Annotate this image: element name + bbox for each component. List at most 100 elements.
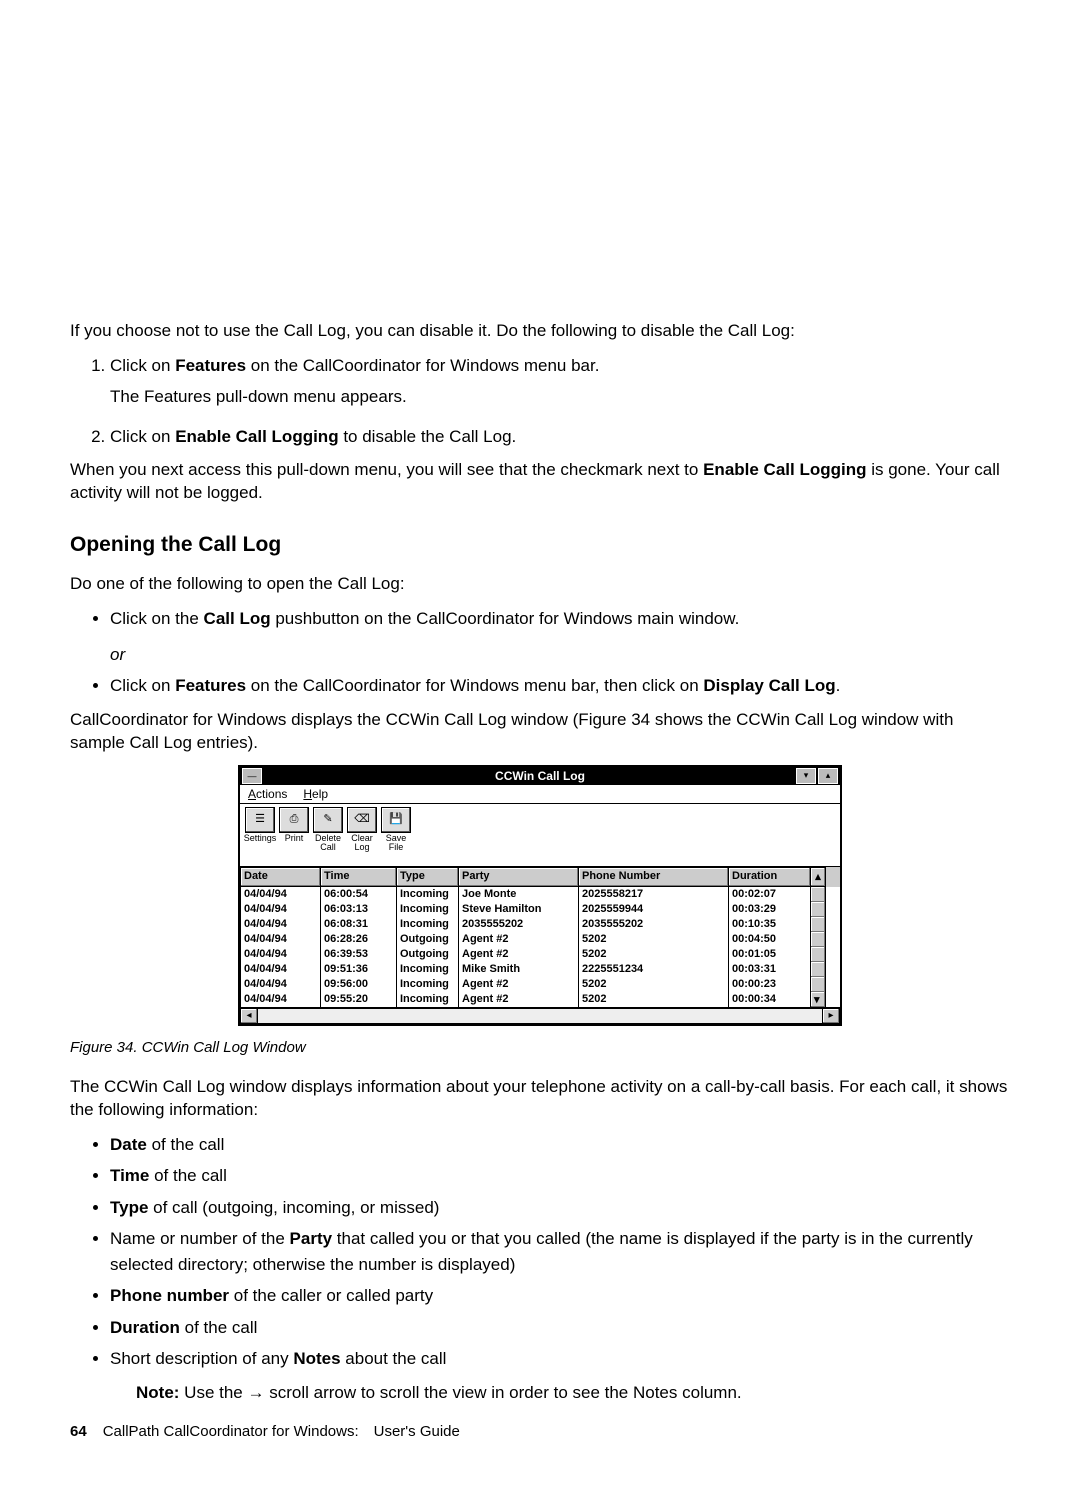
info-list: Date of the call Time of the call Type o… — [70, 1132, 1010, 1406]
toolbar-settings-label: Settings — [243, 834, 277, 843]
table-row[interactable]: 04/04/9409:56:00IncomingAgent #2520200:0… — [240, 977, 840, 992]
col-phone[interactable]: Phone Number — [578, 867, 728, 887]
open-opt-2-pre: Click on — [110, 676, 175, 695]
toolbar-settings[interactable]: ☰Settings — [243, 807, 277, 852]
col-party[interactable]: Party — [458, 867, 578, 887]
cell: 00:10:35 — [728, 917, 810, 932]
cell: Incoming — [396, 902, 458, 917]
table-row[interactable]: 04/04/9409:55:20IncomingAgent #2520200:0… — [240, 992, 840, 1007]
scroll-up-button[interactable]: ▴ — [810, 867, 826, 887]
toolbar-delete-call[interactable]: ✎Delete Call — [311, 807, 345, 852]
maximize-button[interactable]: ▴ — [818, 768, 838, 784]
step-1-bold: Features — [175, 356, 246, 375]
displays-paragraph: CallCoordinator for Windows displays the… — [70, 709, 1010, 755]
toolbar-clear-label: Clear Log — [345, 834, 379, 852]
cell: Steve Hamilton — [458, 902, 578, 917]
cell: Incoming — [396, 977, 458, 992]
cell: 5202 — [578, 992, 728, 1007]
table-row[interactable]: 04/04/9406:08:31Incoming2035555202203555… — [240, 917, 840, 932]
system-menu-icon[interactable]: — — [242, 768, 262, 784]
toolbar-print-label: Print — [277, 834, 311, 843]
table-body: 04/04/9406:00:54IncomingJoe Monte2025558… — [240, 887, 840, 1007]
col-time[interactable]: Time — [320, 867, 396, 887]
toolbar-save-file[interactable]: 💾Save File — [379, 807, 413, 852]
table-row[interactable]: 04/04/9406:28:26OutgoingAgent #2520200:0… — [240, 932, 840, 947]
col-type[interactable]: Type — [396, 867, 458, 887]
intro-text: If you choose not to use the Call Log, y… — [70, 320, 1010, 343]
info-notes: Short description of any Notes about the… — [110, 1346, 1010, 1405]
ccwin-call-log-window: — CCWin Call Log ▾ ▴ Actions Help ☰Setti… — [238, 765, 842, 1026]
cell: 5202 — [578, 977, 728, 992]
toolbar-print[interactable]: ⎙Print — [277, 807, 311, 852]
menu-actions[interactable]: Actions — [248, 787, 287, 801]
col-date[interactable]: Date — [240, 867, 320, 887]
open-options-list: Click on the Call Log pushbutton on the … — [70, 606, 1010, 699]
cell: Mike Smith — [458, 962, 578, 977]
col-duration[interactable]: Duration — [728, 867, 810, 887]
cell: 06:00:54 — [320, 887, 396, 902]
open-opt-2-bold1: Features — [175, 676, 246, 695]
scroll-track[interactable] — [258, 1008, 822, 1024]
cell: 04/04/94 — [240, 947, 320, 962]
horizontal-scrollbar[interactable]: ◂ ▸ — [240, 1007, 840, 1024]
cell: 2035555202 — [578, 917, 728, 932]
note-label: Note: — [136, 1383, 179, 1402]
table-row[interactable]: 04/04/9409:51:36IncomingMike Smith222555… — [240, 962, 840, 977]
cell: 00:01:05 — [728, 947, 810, 962]
cell: 00:00:23 — [728, 977, 810, 992]
toolbar-save-label: Save File — [379, 834, 413, 852]
scroll-left-button[interactable]: ◂ — [240, 1008, 258, 1024]
arrow-icon: → — [248, 1383, 265, 1402]
scrollbar-track-cell — [810, 902, 826, 917]
scroll-right-button[interactable]: ▸ — [822, 1008, 840, 1024]
cell: 04/04/94 — [240, 917, 320, 932]
delete-icon: ✎ — [313, 807, 343, 833]
cell: 09:55:20 — [320, 992, 396, 1007]
open-opt-1: Click on the Call Log pushbutton on the … — [110, 606, 1010, 667]
section-opening-call-log: Opening the Call Log — [70, 533, 1010, 557]
menu-help[interactable]: Help — [303, 787, 328, 801]
step-2: Click on Enable Call Logging to disable … — [110, 424, 1010, 450]
cell: Agent #2 — [458, 992, 578, 1007]
scrollbar-track-cell — [810, 962, 826, 977]
step-1-pre: Click on — [110, 356, 175, 375]
cell: 2025558217 — [578, 887, 728, 902]
table-row[interactable]: 04/04/9406:03:13IncomingSteve Hamilton20… — [240, 902, 840, 917]
window-title: CCWin Call Log — [240, 769, 840, 783]
info-date: Date of the call — [110, 1132, 1010, 1158]
table-row[interactable]: 04/04/9406:39:53OutgoingAgent #2520200:0… — [240, 947, 840, 962]
note-pre: Use the — [179, 1383, 247, 1402]
cell: Outgoing — [396, 932, 458, 947]
minimize-button[interactable]: ▾ — [796, 768, 816, 784]
scrollbar-track-cell — [810, 932, 826, 947]
scrollbar-track-cell — [810, 947, 826, 962]
page-number: 64 — [70, 1423, 87, 1440]
step-1-post: on the CallCoordinator for Windows menu … — [246, 356, 599, 375]
footer-text: CallPath CallCoordinator for Windows: Us… — [103, 1423, 460, 1440]
cell: 06:39:53 — [320, 947, 396, 962]
cell: 00:03:31 — [728, 962, 810, 977]
print-icon: ⎙ — [279, 807, 309, 833]
window-titlebar: — CCWin Call Log ▾ ▴ — [240, 767, 840, 785]
cell: 00:02:07 — [728, 887, 810, 902]
cell: Incoming — [396, 992, 458, 1007]
step-2-bold: Enable Call Logging — [175, 427, 338, 446]
scrollbar-track-cell — [810, 887, 826, 902]
menubar: Actions Help — [240, 785, 840, 804]
cell: 06:03:13 — [320, 902, 396, 917]
table-row[interactable]: 04/04/9406:00:54IncomingJoe Monte2025558… — [240, 887, 840, 902]
toolbar-clear-log[interactable]: ⌫Clear Log — [345, 807, 379, 852]
disable-steps-list: Click on Features on the CallCoordinator… — [70, 353, 1010, 450]
info-phone: Phone number of the caller or called par… — [110, 1283, 1010, 1309]
cell: 00:00:34 — [728, 992, 810, 1007]
cell: 00:03:29 — [728, 902, 810, 917]
cell: Agent #2 — [458, 932, 578, 947]
scrollbar-track-cell — [810, 917, 826, 932]
cell: Agent #2 — [458, 977, 578, 992]
page-footer: 64 CallPath CallCoordinator for Windows: … — [70, 1423, 1010, 1440]
scroll-down-button[interactable]: ▾ — [810, 992, 826, 1007]
open-intro: Do one of the following to open the Call… — [70, 573, 1010, 596]
open-opt-2-bold2: Display Call Log — [703, 676, 835, 695]
cell: 5202 — [578, 947, 728, 962]
cell: 04/04/94 — [240, 887, 320, 902]
